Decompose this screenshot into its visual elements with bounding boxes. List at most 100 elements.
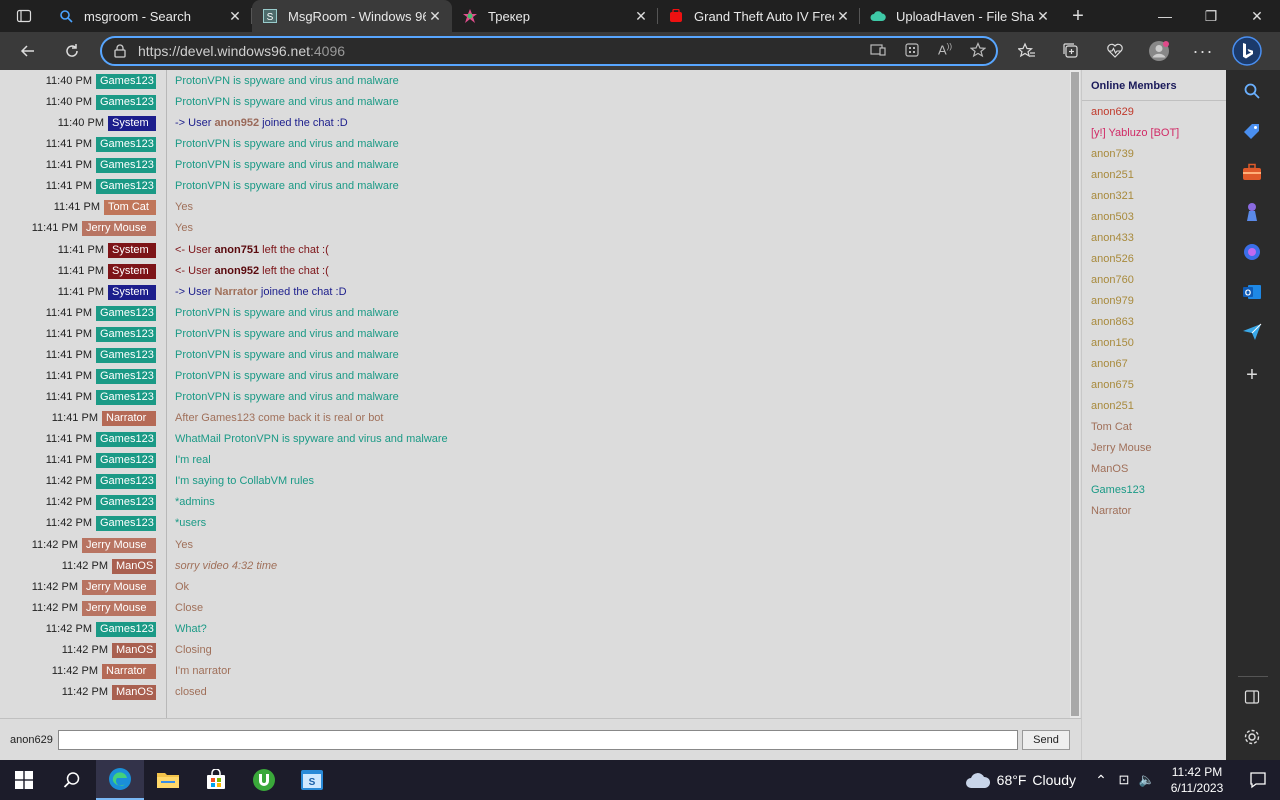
member-item[interactable]: anon526 — [1082, 249, 1226, 270]
message-username[interactable]: Games123 — [96, 305, 156, 321]
sidebar-search-button[interactable] — [1241, 80, 1263, 102]
message-username[interactable]: Games123 — [96, 453, 156, 469]
member-item[interactable]: anon979 — [1082, 291, 1226, 312]
read-aloud-icon[interactable]: A)) — [938, 42, 952, 63]
favorites-button[interactable] — [1005, 32, 1049, 70]
start-button[interactable] — [0, 760, 48, 800]
sidebar-hide-button[interactable] — [1241, 686, 1263, 708]
message-username[interactable]: ManOS — [112, 685, 156, 701]
message-username[interactable]: Jerry Mouse — [82, 221, 156, 237]
chat-scrollbar[interactable] — [1070, 70, 1080, 718]
clock[interactable]: 11:42 PM 6/11/2023 — [1158, 764, 1236, 796]
taskbar-utorrent[interactable] — [240, 760, 288, 800]
system-message-nick[interactable]: anon952 — [214, 265, 259, 277]
message-username[interactable]: System — [108, 284, 156, 300]
member-item[interactable]: anon675 — [1082, 375, 1226, 396]
member-item[interactable]: Tom Cat — [1082, 417, 1226, 438]
system-message-nick[interactable]: anon751 — [214, 244, 259, 256]
member-item[interactable]: anon503 — [1082, 207, 1226, 228]
notifications-button[interactable] — [1236, 771, 1280, 789]
message-username[interactable]: Games123 — [96, 621, 156, 637]
address-bar[interactable]: https://devel.windows96.net:4096 A)) — [100, 36, 998, 66]
member-item[interactable]: [y!] Yabluzo [BOT] — [1082, 123, 1226, 144]
taskbar-app[interactable]: S — [288, 760, 336, 800]
network-icon[interactable]: ⊡ — [1112, 772, 1136, 788]
restore-button[interactable]: ❐ — [1188, 0, 1234, 32]
sidebar-add-button[interactable]: + — [1241, 364, 1263, 386]
chat-scrollbar-thumb[interactable] — [1071, 72, 1079, 716]
taskbar-file-explorer[interactable] — [144, 760, 192, 800]
more-menu-button[interactable]: ··· — [1181, 32, 1225, 70]
tab-msgroom-search[interactable]: msgroom - Search ✕ — [48, 0, 252, 32]
profile-button[interactable] — [1137, 32, 1181, 70]
chat-log[interactable]: 11:40 PM Games123 ProtonVPN is spyware and… — [0, 70, 1070, 718]
member-item[interactable]: anon150 — [1082, 333, 1226, 354]
member-item[interactable]: anon739 — [1082, 144, 1226, 165]
refresh-button[interactable] — [50, 32, 94, 70]
new-tab-button[interactable]: + — [1060, 0, 1096, 32]
sidebar-send-button[interactable] — [1241, 321, 1263, 343]
close-tab-icon[interactable]: ✕ — [226, 7, 244, 25]
message-username[interactable]: Jerry Mouse — [82, 600, 156, 616]
sidebar-outlook-button[interactable]: O — [1241, 281, 1263, 303]
message-username[interactable]: Games123 — [96, 179, 156, 195]
tab-gta[interactable]: Grand Theft Auto IV Free D ✕ — [658, 0, 860, 32]
sidebar-copilot-button[interactable] — [1241, 241, 1263, 263]
member-item[interactable]: anon760 — [1082, 270, 1226, 291]
message-username[interactable]: ManOS — [112, 642, 156, 658]
system-message-nick[interactable]: Narrator — [214, 286, 257, 298]
close-tab-icon[interactable]: ✕ — [834, 7, 852, 25]
message-username[interactable]: Jerry Mouse — [82, 579, 156, 595]
member-item[interactable]: anon321 — [1082, 186, 1226, 207]
app-available-icon[interactable] — [870, 42, 886, 63]
message-username[interactable]: ManOS — [112, 558, 156, 574]
tab-actions-button[interactable] — [0, 0, 48, 32]
message-username[interactable]: Games123 — [96, 368, 156, 384]
message-username[interactable]: Games123 — [96, 95, 156, 111]
back-button[interactable] — [6, 32, 50, 70]
message-username[interactable]: Games123 — [96, 432, 156, 448]
message-username[interactable]: Tom Cat — [104, 200, 156, 216]
taskbar-store[interactable] — [192, 760, 240, 800]
send-button[interactable]: Send — [1022, 730, 1070, 750]
member-item[interactable]: anon251 — [1082, 396, 1226, 417]
message-username[interactable]: Jerry Mouse — [82, 537, 156, 553]
message-username[interactable]: Games123 — [96, 495, 156, 511]
weather-widget[interactable]: 68°F Cloudy — [965, 771, 1076, 789]
message-username[interactable]: Games123 — [96, 137, 156, 153]
collections-button[interactable] — [1049, 32, 1093, 70]
member-item[interactable]: anon251 — [1082, 165, 1226, 186]
show-hidden-icons-button[interactable]: ⌃ — [1090, 772, 1112, 789]
taskbar-search-button[interactable] — [48, 760, 96, 800]
volume-muted-icon[interactable]: 🔈 — [1136, 772, 1158, 788]
member-item[interactable]: anon67 — [1082, 354, 1226, 375]
message-username[interactable]: Games123 — [96, 516, 156, 532]
apps-grid-icon[interactable] — [904, 42, 920, 63]
taskbar-edge[interactable] — [96, 760, 144, 800]
message-username[interactable]: System — [108, 116, 156, 132]
message-username[interactable]: Narrator — [102, 411, 156, 427]
system-message-nick[interactable]: anon952 — [214, 117, 259, 129]
member-item[interactable]: anon433 — [1082, 228, 1226, 249]
sidebar-tools-button[interactable] — [1241, 161, 1263, 183]
message-username[interactable]: System — [108, 242, 156, 258]
message-username[interactable]: Narrator — [102, 663, 156, 679]
close-window-button[interactable]: ✕ — [1234, 0, 1280, 32]
sidebar-shopping-button[interactable] — [1241, 121, 1263, 143]
member-item[interactable]: Narrator — [1082, 501, 1226, 522]
message-username[interactable]: Games123 — [96, 474, 156, 490]
message-username[interactable]: System — [108, 263, 156, 279]
tab-msgroom[interactable]: S MsgRoom - Windows 96 C ✕ — [252, 0, 452, 32]
message-username[interactable]: Games123 — [96, 347, 156, 363]
close-tab-icon[interactable]: ✕ — [1034, 7, 1052, 25]
member-item[interactable]: ManOS — [1082, 459, 1226, 480]
tab-uploadhaven[interactable]: UploadHaven - File Sharin ✕ — [860, 0, 1060, 32]
close-tab-icon[interactable]: ✕ — [632, 7, 650, 25]
message-username[interactable]: Games123 — [96, 158, 156, 174]
current-nickname[interactable]: anon629 — [10, 734, 53, 746]
tab-tracker[interactable]: Трекер ✕ — [452, 0, 658, 32]
message-username[interactable]: Games123 — [96, 326, 156, 342]
sidebar-games-button[interactable] — [1241, 201, 1263, 223]
close-tab-icon[interactable]: ✕ — [426, 7, 444, 25]
member-item[interactable]: anon863 — [1082, 312, 1226, 333]
